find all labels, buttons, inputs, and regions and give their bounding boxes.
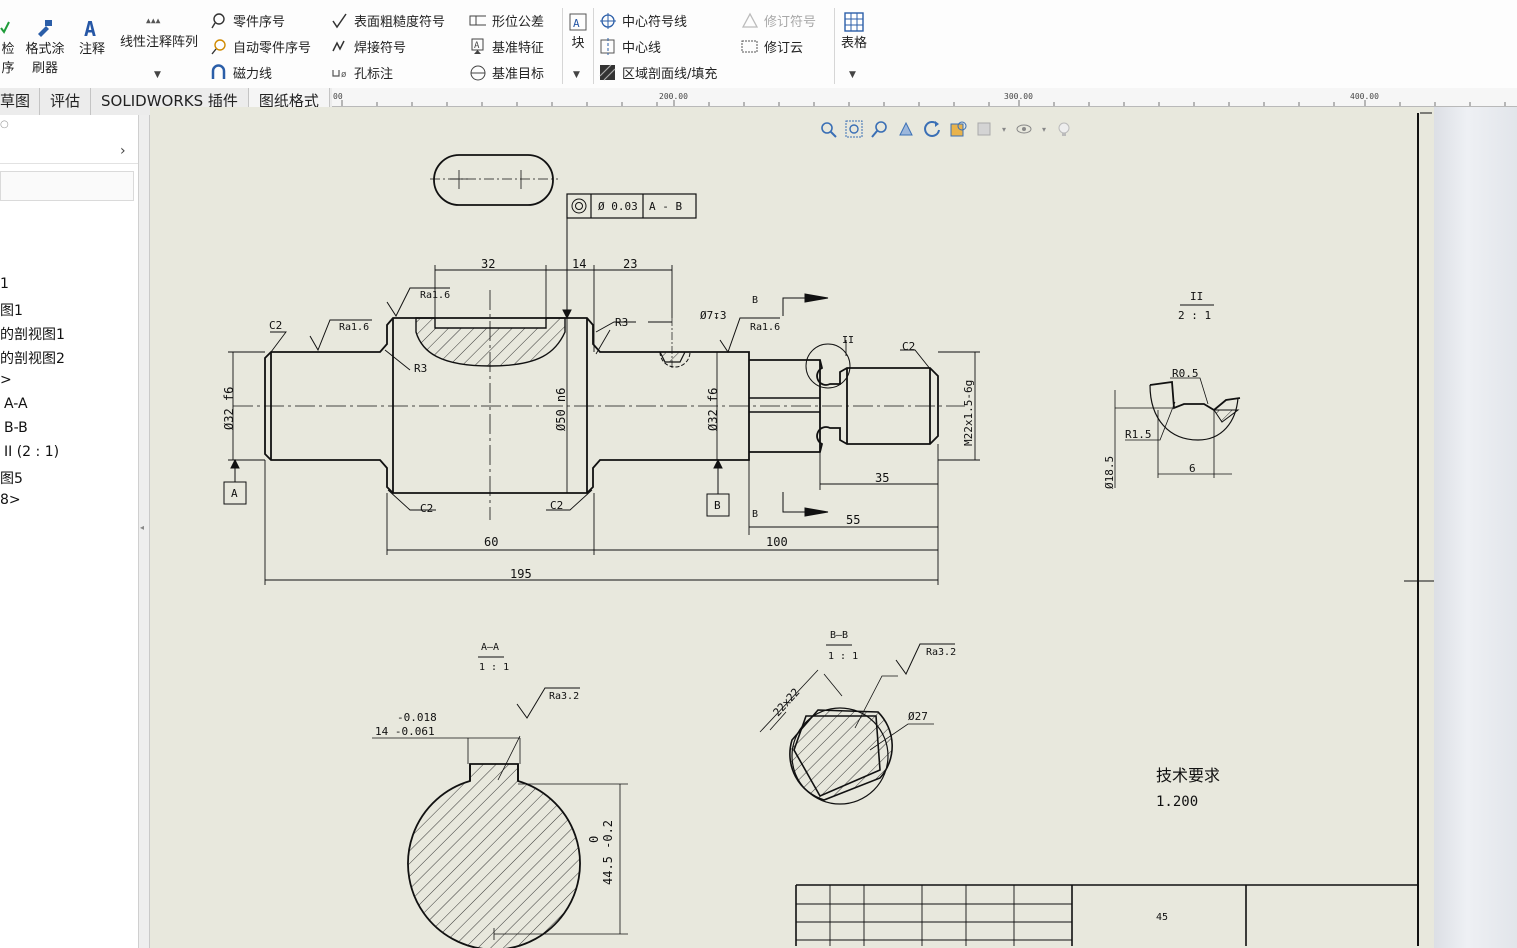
tree-item-section-a[interactable]: A-A [4, 396, 28, 412]
check-order-button[interactable]: 检 序 [0, 40, 16, 78]
auto-balloon-icon [210, 38, 227, 55]
hole-callout-button[interactable]: ø 孔标注 [331, 61, 393, 83]
ribbon-divider [593, 8, 594, 84]
svg-text:A: A [84, 18, 96, 40]
revision-symbol-button[interactable]: 修订符号 [741, 9, 816, 31]
revision-cloud-icon [741, 38, 758, 55]
tree-item[interactable]: 的剖视图2 [0, 348, 65, 368]
chevron-down-icon[interactable]: ▼ [573, 70, 580, 80]
panel-grip-icon: ○ [0, 119, 9, 130]
revision-symbol-icon [741, 12, 758, 29]
rotate-icon[interactable] [922, 119, 942, 139]
svg-text:A: A [573, 17, 580, 30]
tree-item[interactable]: 图5 [0, 468, 23, 488]
tab-sketch[interactable]: 草图 [0, 88, 41, 115]
heads-up-view-toolbar: ▾ ▾ [818, 118, 1074, 140]
table-button[interactable]: 表格 [838, 34, 870, 53]
view-settings-icon[interactable] [1054, 119, 1074, 139]
svg-text:ø: ø [341, 70, 347, 80]
pan-icon[interactable] [896, 119, 916, 139]
surface-finish-icon [331, 12, 348, 29]
format-painter-button[interactable]: 格式涂 刷器 [22, 40, 68, 78]
surface-finish-button[interactable]: 表面粗糙度符号 [331, 9, 445, 31]
datum-target-button[interactable]: 基准目标 [469, 61, 544, 83]
tree-item[interactable]: > [0, 372, 12, 388]
horizontal-ruler: 00 200.00 300.00 400.00 [332, 88, 1517, 107]
revision-cloud-button[interactable]: 修订云 [741, 35, 803, 57]
center-mark-button[interactable]: 中心符号线 [599, 9, 687, 31]
panel-splitter[interactable]: ◂ [139, 115, 150, 948]
ruler-label: 300.00 [1004, 92, 1033, 101]
ribbon-divider [834, 8, 835, 84]
check-icon [0, 18, 10, 35]
auto-balloon-button[interactable]: 自动零件序号 [210, 35, 311, 57]
chevron-down-icon[interactable]: ▾ [1000, 119, 1008, 139]
ruler-label: 00 [333, 92, 343, 101]
linear-pattern-icon: ▲▲▲ [146, 12, 170, 26]
tolerance-frame-icon [469, 12, 486, 29]
weld-symbol-button[interactable]: 焊接符号 [331, 35, 406, 57]
filter-input[interactable] [0, 171, 134, 201]
centerline-icon [599, 37, 616, 55]
chevron-right-icon[interactable]: › [120, 143, 126, 159]
feature-manager-panel: ○ › 1 图1 的剖视图1 的剖视图2 > A-A B-B II (2 : 1… [0, 115, 139, 948]
svg-text:A: A [474, 41, 480, 51]
tree-item[interactable]: 8> [0, 492, 21, 508]
tree-item-section-b[interactable]: B-B [4, 420, 28, 436]
display-style-icon[interactable] [974, 119, 994, 139]
tab-evaluate[interactable]: 评估 [40, 88, 92, 115]
balloon-button[interactable]: 零件序号 [210, 9, 285, 31]
graphics-area-background [1434, 107, 1517, 948]
balloon-icon [210, 12, 227, 29]
chevron-down-icon[interactable]: ▾ [1040, 119, 1048, 139]
zoom-to-fit-icon[interactable] [818, 119, 838, 139]
annotation-button[interactable]: 注释 [77, 40, 107, 59]
zoom-to-area-icon[interactable] [844, 119, 864, 139]
hatch-icon [599, 64, 616, 81]
section-view-icon[interactable] [948, 119, 968, 139]
centerline-button[interactable]: 中心线 [599, 35, 661, 57]
panel-header-row[interactable] [0, 139, 138, 164]
chevron-down-icon[interactable]: ▼ [849, 70, 856, 80]
tree-item-detail[interactable]: II (2 : 1) [4, 444, 59, 460]
ruler-label: 200.00 [659, 92, 688, 101]
center-mark-icon [599, 12, 616, 29]
datum-feature-icon: A [469, 38, 486, 55]
ribbon-divider [562, 8, 563, 84]
zoom-in-out-icon[interactable] [870, 119, 890, 139]
drawing-sheet-canvas[interactable] [150, 107, 1434, 948]
command-ribbon: 检 序 格式涂 刷器 A 注释 ▲▲▲ 线性注释阵列 ▼ 零件序号 自动零件序号… [0, 0, 1517, 89]
magnetic-line-button[interactable]: 磁力线 [210, 61, 272, 83]
tree-item[interactable]: 1 [0, 276, 9, 292]
splitter-handle-icon[interactable]: ◂ [140, 523, 144, 532]
annotation-icon: A [82, 18, 102, 40]
linear-note-pattern-button[interactable]: 线性注释阵列 [115, 33, 203, 52]
table-icon [844, 12, 864, 32]
area-hatch-button[interactable]: 区域剖面线/填充 [599, 61, 717, 83]
tree-item[interactable]: 图1 [0, 300, 23, 320]
format-painter-icon [34, 18, 54, 38]
block-button[interactable]: 块 [568, 34, 588, 53]
magnet-icon [210, 63, 227, 81]
datum-feature-button[interactable]: A 基准特征 [469, 35, 544, 57]
tree-item[interactable]: 的剖视图1 [0, 324, 65, 344]
block-icon: A [569, 13, 587, 31]
ruler-label: 400.00 [1350, 92, 1379, 101]
hole-callout-icon: ø [331, 64, 348, 81]
hide-show-items-icon[interactable] [1014, 119, 1034, 139]
datum-target-icon [469, 64, 486, 81]
geometric-tolerance-button[interactable]: 形位公差 [469, 9, 544, 31]
svg-text:▲▲▲: ▲▲▲ [146, 16, 161, 25]
weld-icon [331, 38, 348, 55]
chevron-down-icon[interactable]: ▼ [154, 70, 161, 80]
